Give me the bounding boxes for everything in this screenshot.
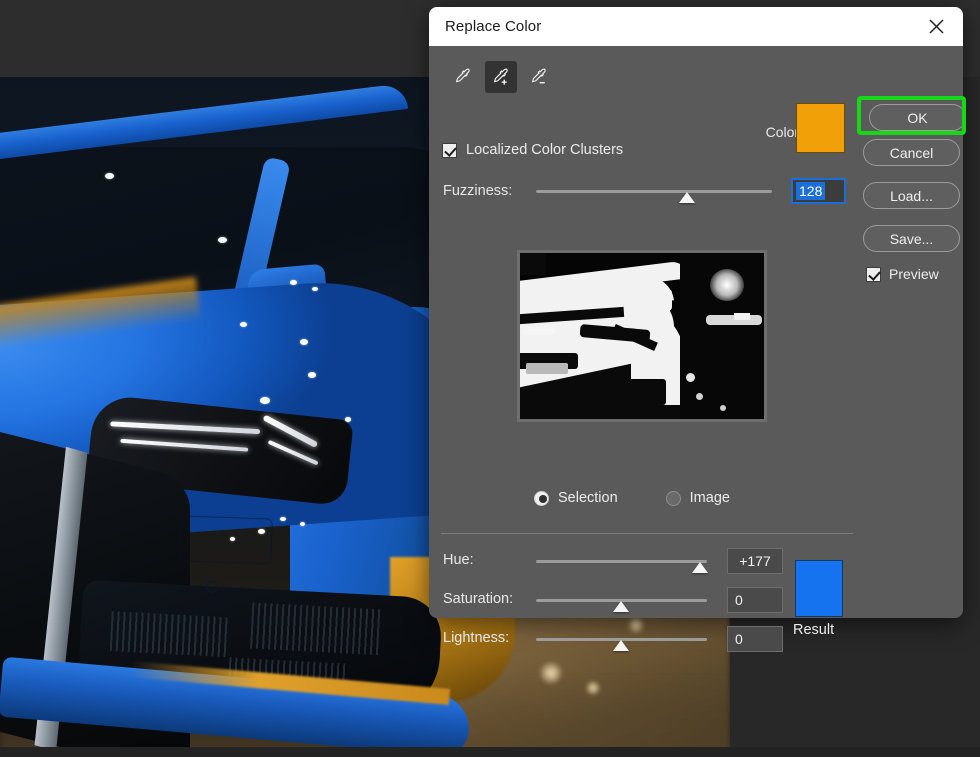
replace-color-dialog: Replace Color: [429, 7, 963, 618]
fuzziness-slider-track[interactable]: [536, 190, 772, 193]
result-color-swatch[interactable]: [795, 560, 843, 617]
eyedropper-toolgroup: [447, 61, 555, 93]
preview-checkbox[interactable]: Preview: [866, 266, 963, 282]
dialog-body: Color: Localized Color Clusters Fuzzines…: [429, 46, 963, 618]
saturation-input[interactable]: 0: [727, 587, 783, 613]
close-icon[interactable]: [913, 7, 959, 46]
ok-button[interactable]: OK: [869, 104, 966, 131]
mask-preview-image: [520, 253, 764, 419]
saturation-row: Saturation: 0: [429, 582, 963, 621]
lightness-value: 0: [735, 631, 743, 647]
checkbox-checked-icon: [442, 143, 457, 158]
save-button[interactable]: Save...: [863, 225, 960, 252]
lightness-label: Lightness:: [443, 630, 509, 646]
fuzziness-value: 128: [796, 182, 825, 200]
hue-row: Hue: +177: [429, 543, 963, 582]
saturation-label: Saturation:: [443, 591, 513, 607]
saturation-slider-thumb[interactable]: [613, 601, 629, 612]
photoshop-status-bar: [0, 747, 980, 757]
lightness-input[interactable]: 0: [727, 626, 783, 652]
hue-value: +177: [739, 553, 771, 569]
fuzziness-input[interactable]: 128: [791, 178, 846, 204]
car-license-plate-recess: [179, 515, 273, 564]
hue-input[interactable]: +177: [727, 548, 783, 574]
display-mode-radio-group: Selection Image: [534, 490, 730, 506]
eyedropper-plus-icon[interactable]: [485, 61, 517, 93]
radio-unselected-icon: [666, 491, 681, 506]
radio-selected-icon: [534, 491, 549, 506]
result-label: Result: [793, 622, 834, 638]
section-divider: [441, 533, 853, 534]
screen-root: Replace Color: [0, 0, 980, 757]
checkbox-checked-icon: [866, 267, 881, 282]
radio-selection-label: Selection: [558, 490, 618, 506]
dialog-title: Replace Color: [445, 18, 541, 35]
lightness-slider-thumb[interactable]: [613, 640, 629, 651]
mask-preview-thumbnail[interactable]: [517, 250, 767, 422]
car-parking-sensor: [206, 581, 218, 593]
fuzziness-slider-thumb[interactable]: [679, 192, 695, 203]
hue-slider-track[interactable]: [536, 560, 707, 563]
eyedropper-minus-icon[interactable]: [523, 61, 555, 93]
dialog-title-bar: Replace Color: [429, 7, 963, 46]
radio-selection[interactable]: Selection: [534, 490, 618, 506]
lightness-row: Lightness: 0: [429, 621, 963, 660]
cancel-button[interactable]: Cancel: [863, 139, 960, 166]
eyedropper-icon[interactable]: [447, 61, 479, 93]
radio-image[interactable]: Image: [666, 490, 730, 506]
dialog-button-column: OK Cancel Load... Save... Preview: [863, 96, 963, 282]
load-button[interactable]: Load...: [863, 182, 960, 209]
fuzziness-label: Fuzziness:: [443, 183, 512, 199]
adjustment-sliders: Hue: +177 Saturation: 0 Lightn: [429, 543, 963, 660]
saturation-value: 0: [735, 592, 743, 608]
color-swatch[interactable]: [796, 103, 845, 153]
hue-slider-thumb[interactable]: [692, 562, 708, 573]
radio-image-label: Image: [690, 490, 730, 506]
localized-color-clusters-label: Localized Color Clusters: [466, 142, 623, 158]
localized-color-clusters-checkbox[interactable]: Localized Color Clusters: [442, 142, 623, 158]
preview-label: Preview: [889, 266, 939, 282]
hue-label: Hue:: [443, 552, 474, 568]
